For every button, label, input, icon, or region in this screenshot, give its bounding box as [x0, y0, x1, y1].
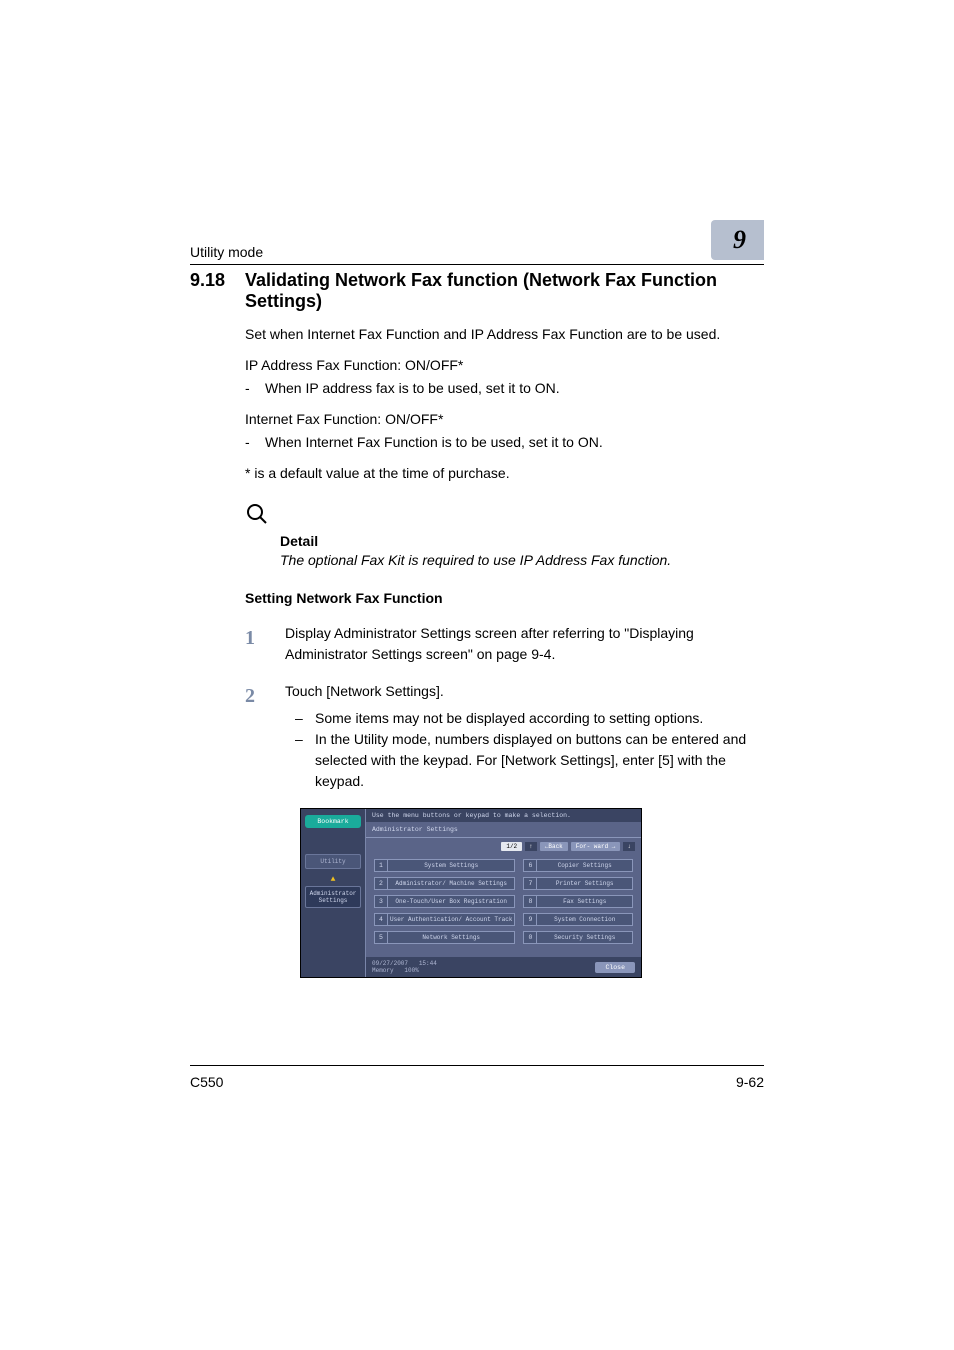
- footer-model: C550: [190, 1074, 223, 1090]
- utility-button[interactable]: Utility: [305, 854, 361, 869]
- section-number: 9.18: [190, 270, 245, 312]
- menu-button[interactable]: Copier Settings: [537, 859, 633, 872]
- menu-button[interactable]: Security Settings: [537, 931, 633, 944]
- page-indicator: 1/2: [501, 842, 522, 851]
- intro-paragraph: Set when Internet Fax Function and IP Ad…: [245, 324, 764, 345]
- device-screenshot: Bookmark Utility ▲ Administrator Setting…: [300, 808, 642, 978]
- arrow-up-icon: ▲: [305, 875, 361, 884]
- menu-button[interactable]: Network Settings: [388, 931, 515, 944]
- detail-body: The optional Fax Kit is required to use …: [280, 552, 764, 568]
- section-title: Validating Network Fax function (Network…: [245, 270, 764, 312]
- detail-heading: Detail: [280, 533, 764, 549]
- menu-num[interactable]: 1: [374, 859, 388, 872]
- menu-num[interactable]: 0: [523, 931, 537, 944]
- ip-fax-bullet: When IP address fax is to be used, set i…: [245, 378, 764, 399]
- menu-button[interactable]: System Connection: [537, 913, 633, 926]
- procedure-heading: Setting Network Fax Function: [245, 588, 764, 609]
- step-number: 1: [245, 623, 285, 665]
- back-arrow-icon[interactable]: ↑: [525, 842, 537, 851]
- menu-num[interactable]: 4: [374, 913, 388, 926]
- menu-button[interactable]: Fax Settings: [537, 895, 633, 908]
- menu-num[interactable]: 6: [523, 859, 537, 872]
- footer-time: 15:44: [419, 960, 437, 967]
- footer-memory-value: 100%: [404, 967, 418, 974]
- header-label: Utility mode: [190, 244, 263, 260]
- forward-button[interactable]: For- ward →: [571, 842, 621, 851]
- menu-button[interactable]: One-Touch/User Box Registration: [388, 895, 515, 908]
- menu-button[interactable]: Printer Settings: [537, 877, 633, 890]
- menu-num[interactable]: 3: [374, 895, 388, 908]
- menu-num[interactable]: 8: [523, 895, 537, 908]
- menu-button[interactable]: System Settings: [388, 859, 515, 872]
- magnifier-icon: [245, 502, 764, 531]
- screen-title: Administrator Settings: [366, 822, 641, 838]
- internet-fax-line: Internet Fax Function: ON/OFF*: [245, 409, 764, 430]
- step-sub-item: In the Utility mode, numbers displayed o…: [285, 729, 764, 792]
- instruction-bar: Use the menu buttons or keypad to make a…: [366, 809, 641, 822]
- admin-settings-button[interactable]: Administrator Settings: [305, 886, 361, 908]
- footer-page: 9-62: [736, 1074, 764, 1090]
- menu-button[interactable]: Administrator/ Machine Settings: [388, 877, 515, 890]
- close-button[interactable]: Close: [595, 962, 635, 973]
- chapter-badge: 9: [711, 220, 764, 260]
- internet-fax-bullet: When Internet Fax Function is to be used…: [245, 432, 764, 453]
- step-text: Display Administrator Settings screen af…: [285, 623, 764, 665]
- menu-num[interactable]: 5: [374, 931, 388, 944]
- ip-fax-line: IP Address Fax Function: ON/OFF*: [245, 355, 764, 376]
- back-button[interactable]: ←Back: [540, 842, 568, 851]
- forward-arrow-icon[interactable]: ↓: [623, 842, 635, 851]
- bookmark-tab[interactable]: Bookmark: [305, 815, 361, 828]
- footer-date: 09/27/2007: [372, 960, 408, 967]
- footer-memory-label: Memory: [372, 967, 394, 974]
- default-note: * is a default value at the time of purc…: [245, 463, 764, 484]
- menu-num[interactable]: 2: [374, 877, 388, 890]
- step-number: 2: [245, 681, 285, 792]
- step-text: Touch [Network Settings].: [285, 683, 444, 699]
- menu-num[interactable]: 7: [523, 877, 537, 890]
- step-sub-item: Some items may not be displayed accordin…: [285, 708, 764, 729]
- menu-button[interactable]: User Authentication/ Account Track: [388, 913, 515, 926]
- menu-num[interactable]: 9: [523, 913, 537, 926]
